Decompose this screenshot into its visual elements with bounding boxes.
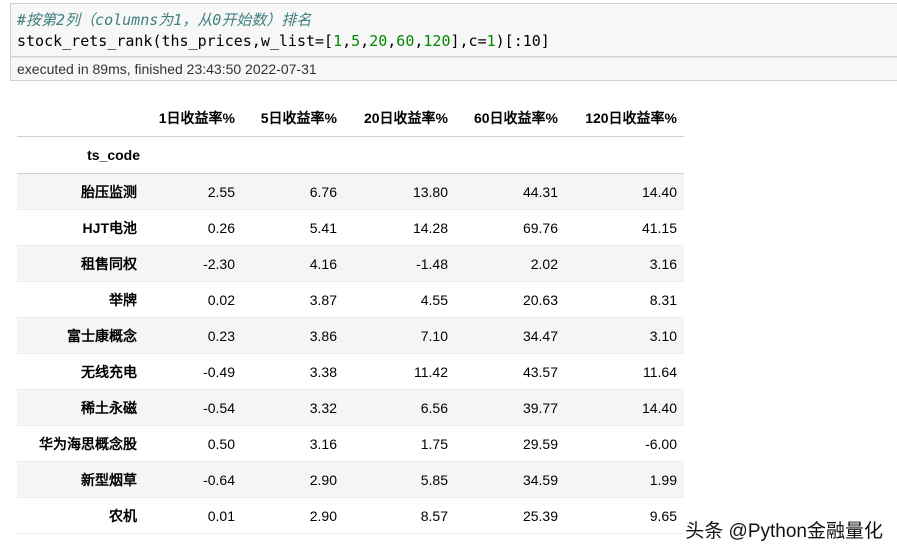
table-cell: 4.55: [420, 291, 448, 308]
table-cell: 7.10: [420, 327, 448, 344]
table-cell: 39.77: [522, 399, 558, 416]
table-row: 农机 0.01 2.90 8.57 25.39 9.65: [17, 498, 684, 534]
table-cell: 6.56: [420, 399, 448, 416]
table-cell: 8.31: [649, 291, 677, 308]
table-cell: 3.87: [309, 291, 337, 308]
table-cell: -0.64: [203, 471, 235, 488]
column-header: 60日收益率%: [455, 100, 565, 137]
w-list-5: 120: [423, 32, 451, 50]
table-row: 富士康概念 0.23 3.86 7.10 34.47 3.10: [17, 317, 684, 354]
table-cell: 2.90: [309, 507, 337, 524]
table-cell: 11.42: [414, 363, 448, 380]
table-cell: -6.00: [645, 435, 677, 452]
row-label: 华为海思概念股: [39, 435, 137, 452]
index-name: ts_code: [17, 136, 147, 174]
table-cell: 5.85: [420, 471, 448, 488]
corner-cell: [17, 100, 147, 137]
table-cell: 3.10: [649, 327, 677, 344]
table-cell: 6.76: [309, 183, 337, 200]
table-cell: 3.38: [309, 363, 337, 380]
table-cell: 44.31: [522, 183, 558, 200]
column-header: 1日收益率%: [147, 100, 242, 137]
table-cell: 29.59: [522, 435, 558, 452]
w-list-1: 1: [333, 32, 343, 50]
table-cell: 11.64: [643, 363, 677, 380]
table-cell: 4.16: [309, 255, 337, 272]
table-cell: 34.59: [522, 471, 558, 488]
table-cell: -1.48: [416, 255, 448, 272]
execution-status: executed in 89ms, finished 23:43:50 2022…: [17, 61, 317, 77]
code-statement: stock_rets_rank(ths_prices,w_list=[1,5,2…: [17, 32, 550, 50]
table-cell: 3.86: [309, 327, 337, 344]
table-cell: 5.41: [309, 219, 337, 236]
row-label: HJT电池: [82, 219, 137, 236]
table-row: 新型烟草 -0.64 2.90 5.85 34.59 1.99: [17, 461, 684, 498]
table-row: 无线充电 -0.49 3.38 11.42 43.57 11.64: [17, 354, 684, 390]
row-label: 新型烟草: [81, 471, 137, 488]
table-cell: 13.80: [412, 183, 448, 200]
code-mid: ],c=: [450, 32, 487, 50]
watermark: 头条 @Python金融量化: [685, 521, 883, 542]
code-cell[interactable]: #按第2列（columns为1，从0开始数）排名 stock_rets_rank…: [10, 3, 897, 57]
row-label: 租售同权: [81, 255, 137, 272]
table-cell: 3.16: [649, 255, 677, 272]
table-row: 稀土永磁 -0.54 3.32 6.56 39.77 14.40: [17, 389, 684, 426]
table-cell: 69.76: [522, 219, 558, 236]
table-cell: 43.57: [522, 363, 558, 380]
table-cell: 14.40: [641, 183, 677, 200]
table-cell: 14.28: [412, 219, 448, 236]
table-cell: -0.54: [203, 399, 235, 416]
column-header: 120日收益率%: [565, 100, 684, 137]
execution-status-bar: executed in 89ms, finished 23:43:50 2022…: [10, 57, 897, 81]
column-header-row: 1日收益率% 5日收益率% 20日收益率% 60日收益率% 120日收益率%: [17, 100, 684, 137]
table-cell: 8.57: [420, 507, 448, 524]
table-row: 租售同权 -2.30 4.16 -1.48 2.02 3.16: [17, 245, 684, 282]
table-cell: 2.02: [530, 255, 558, 272]
table-cell: 41.15: [641, 219, 677, 236]
table-row: HJT电池 0.26 5.41 14.28 69.76 41.15: [17, 210, 684, 246]
table-cell: 0.50: [207, 435, 235, 452]
table-cell: -0.49: [203, 363, 235, 380]
table-cell: 1.75: [420, 435, 448, 452]
table-cell: 9.65: [649, 507, 677, 524]
row-label: 富士康概念: [67, 327, 137, 344]
table-cell: -2.30: [203, 255, 235, 272]
notebook-page: #按第2列（columns为1，从0开始数）排名 stock_rets_rank…: [0, 0, 897, 555]
table-cell: 14.40: [641, 399, 677, 416]
table-cell: 0.01: [207, 507, 235, 524]
table-cell: 20.63: [522, 291, 558, 308]
table-cell: 0.02: [207, 291, 235, 308]
code-func: stock_rets_rank(ths_prices,w_list=[: [17, 32, 334, 50]
column-header: 20日收益率%: [344, 100, 455, 137]
row-label: 稀土永磁: [81, 399, 137, 416]
table-cell: 3.32: [309, 399, 337, 416]
code-comment: #按第2列（columns为1，从0开始数）排名: [17, 11, 312, 29]
table-row: 华为海思概念股 0.50 3.16 1.75 29.59 -6.00: [17, 426, 684, 462]
index-header-row: ts_code: [17, 136, 684, 174]
column-header: 5日收益率%: [242, 100, 344, 137]
code-end: )[:10]: [495, 32, 550, 50]
table-row: 举牌 0.02 3.87 4.55 20.63 8.31: [17, 282, 684, 318]
row-label: 无线充电: [81, 363, 137, 380]
table-cell: 2.55: [207, 183, 235, 200]
dataframe-table: 1日收益率% 5日收益率% 20日收益率% 60日收益率% 120日收益率% t…: [17, 100, 684, 534]
table-cell: 0.23: [207, 327, 235, 344]
row-label: 举牌: [109, 291, 137, 308]
c-value: 1: [486, 32, 496, 50]
w-list-3: 20: [369, 32, 388, 50]
table-cell: 2.90: [309, 471, 337, 488]
w-list-2: 5: [351, 32, 361, 50]
table-cell: 25.39: [522, 507, 558, 524]
w-list-4: 60: [396, 32, 415, 50]
table-cell: 3.16: [309, 435, 337, 452]
row-label: 胎压监测: [81, 183, 137, 200]
table-cell: 1.99: [649, 471, 677, 488]
table-cell: 34.47: [522, 327, 558, 344]
table-cell: 0.26: [207, 219, 235, 236]
table-row: 胎压监测 2.55 6.76 13.80 44.31 14.40: [17, 173, 684, 210]
row-label: 农机: [109, 507, 137, 524]
